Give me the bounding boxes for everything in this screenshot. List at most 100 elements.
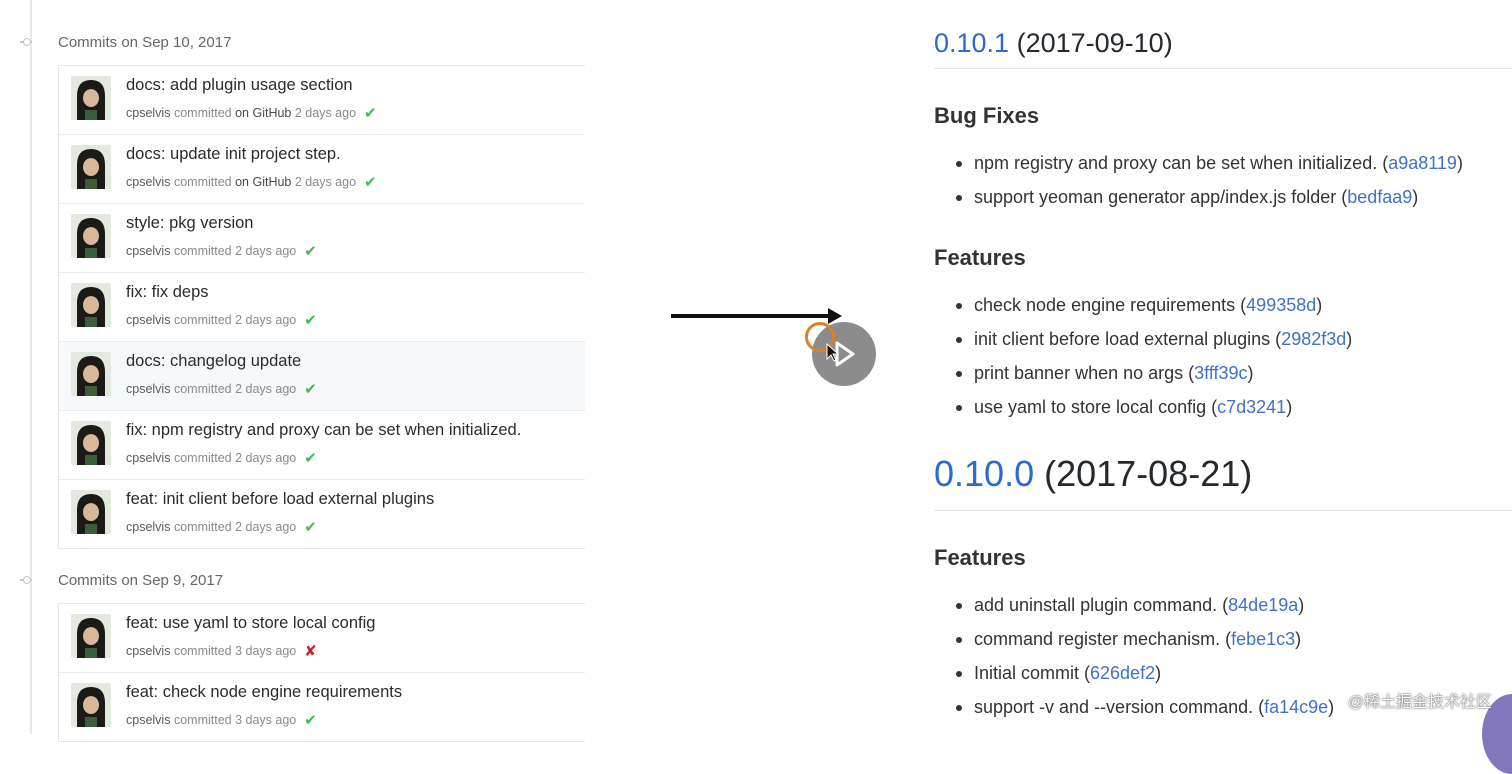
commit-meta: cpselvis committed 2 days ago ✔ xyxy=(126,449,317,467)
changelog-item: init client before load external plugins… xyxy=(956,322,1352,356)
commit-row[interactable]: docs: update init project step. cpselvis … xyxy=(59,135,585,204)
commit-row[interactable]: feat: check node engine requirements cpse… xyxy=(59,673,585,741)
item-tail: ) xyxy=(1316,295,1323,315)
changelog-item: check node engine requirements (499358d) xyxy=(956,288,1352,322)
build-status-icon[interactable]: ✔ xyxy=(364,173,377,191)
commit-time: 2 days ago xyxy=(235,313,297,327)
commit-action: committed xyxy=(173,106,232,120)
commit-time: 2 days ago xyxy=(235,382,297,396)
commit-hash-link[interactable]: 499358d xyxy=(1246,295,1316,315)
item-tail: ) xyxy=(1298,595,1305,615)
item-tail: ) xyxy=(1286,397,1293,417)
commit-row[interactable]: fix: fix deps cpselvis committed 2 days a… xyxy=(59,273,585,342)
avatar[interactable] xyxy=(71,614,111,658)
changelog-list: add uninstall plugin command. (84de19a) … xyxy=(956,588,1334,724)
commit-time: 2 days ago xyxy=(294,106,357,120)
commit-author[interactable]: cpselvis xyxy=(126,244,170,258)
changelog-item: support yeoman generator app/index.js fo… xyxy=(956,180,1463,214)
changelog-item: print banner when no args (3fff39c) xyxy=(956,356,1352,390)
commit-day-label: Commits on Sep 9, 2017 xyxy=(58,571,224,589)
commit-row[interactable]: docs: add plugin usage section cpselvis c… xyxy=(59,66,585,135)
divider xyxy=(934,68,1512,69)
release-date: (2017-08-21) xyxy=(1044,453,1253,494)
changelog-list: npm registry and proxy can be set when i… xyxy=(956,146,1463,214)
commit-hash-link[interactable]: 626def2 xyxy=(1090,663,1155,683)
commit-via: on GitHub xyxy=(235,175,292,189)
commit-hash-link[interactable]: bedfaa9 xyxy=(1347,187,1412,207)
commit-message[interactable]: style: pkg version xyxy=(126,214,253,233)
commit-row[interactable]: feat: init client before load external p… xyxy=(59,480,585,548)
commit-hash-link[interactable]: fa14c9e xyxy=(1264,697,1328,717)
commit-message[interactable]: fix: npm registry and proxy can be set w… xyxy=(126,421,521,440)
commit-message[interactable]: feat: init client before load external p… xyxy=(126,490,434,509)
commit-author[interactable]: cpselvis xyxy=(126,313,170,327)
avatar[interactable] xyxy=(71,145,111,189)
commit-author[interactable]: cpselvis xyxy=(126,520,170,534)
build-status-icon[interactable]: ✔ xyxy=(304,380,317,398)
item-tail: ) xyxy=(1456,153,1463,173)
avatar[interactable] xyxy=(71,490,111,534)
commit-message[interactable]: feat: use yaml to store local config xyxy=(126,614,375,633)
commit-meta: cpselvis committed 3 days ago ✘ xyxy=(126,642,317,660)
commit-meta: cpselvis committed 2 days ago ✔ xyxy=(126,518,317,536)
release-version-link[interactable]: 0.10.1 xyxy=(934,28,1009,58)
commit-author[interactable]: cpselvis xyxy=(126,382,170,396)
commit-meta: cpselvis committed on GitHub 2 days ago ✔ xyxy=(126,173,377,191)
commit-meta: cpselvis committed 2 days ago ✔ xyxy=(126,242,317,260)
commit-row[interactable]: docs: changelog update cpselvis committed… xyxy=(59,342,585,411)
commit-hash-link[interactable]: 3fff39c xyxy=(1194,363,1247,383)
item-text: add uninstall plugin command. ( xyxy=(974,595,1229,615)
commit-icon xyxy=(20,36,32,48)
commit-message[interactable]: docs: changelog update xyxy=(126,352,301,371)
commit-hash-link[interactable]: c7d3241 xyxy=(1217,397,1286,417)
changelog-list: check node engine requirements (499358d)… xyxy=(956,288,1352,424)
item-text: use yaml to store local config ( xyxy=(974,397,1218,417)
item-text: support -v and --version command. ( xyxy=(974,697,1265,717)
changelog-item: use yaml to store local config (c7d3241) xyxy=(956,390,1352,424)
commit-message[interactable]: feat: check node engine requirements xyxy=(126,683,402,702)
build-status-icon[interactable]: ✔ xyxy=(304,242,317,260)
commit-time: 2 days ago xyxy=(294,175,357,189)
build-status-icon[interactable]: ✘ xyxy=(304,642,317,660)
commit-author[interactable]: cpselvis xyxy=(126,713,170,727)
build-status-icon[interactable]: ✔ xyxy=(304,711,317,729)
changelog-panel: 0.10.1 (2017-09-10) Bug Fixes npm regist… xyxy=(934,0,1512,734)
avatar[interactable] xyxy=(71,352,111,396)
changelog-item: command register mechanism. (febe1c3) xyxy=(956,622,1334,656)
commit-author[interactable]: cpselvis xyxy=(126,451,170,465)
commit-hash-link[interactable]: 84de19a xyxy=(1228,595,1298,615)
commit-hash-link[interactable]: 2982f3d xyxy=(1281,329,1346,349)
avatar[interactable] xyxy=(71,421,111,465)
commit-message[interactable]: docs: update init project step. xyxy=(126,145,341,164)
build-status-icon[interactable]: ✔ xyxy=(364,104,377,122)
release-version-link[interactable]: 0.10.0 xyxy=(934,453,1034,494)
commit-action: committed xyxy=(173,520,232,534)
commit-time: 3 days ago xyxy=(235,713,297,727)
build-status-icon[interactable]: ✔ xyxy=(304,449,317,467)
commit-hash-link[interactable]: a9a8119 xyxy=(1388,153,1457,173)
commit-author[interactable]: cpselvis xyxy=(126,644,170,658)
commit-message[interactable]: docs: add plugin usage section xyxy=(126,76,353,95)
avatar[interactable] xyxy=(71,683,111,727)
changelog-item: npm registry and proxy can be set when i… xyxy=(956,146,1463,180)
build-status-icon[interactable]: ✔ xyxy=(304,311,317,329)
commit-action: committed xyxy=(173,382,232,396)
commit-row[interactable]: style: pkg version cpselvis committed 2 d… xyxy=(59,204,585,273)
commit-message[interactable]: fix: fix deps xyxy=(126,283,209,302)
avatar[interactable] xyxy=(71,283,111,327)
commit-time: 2 days ago xyxy=(235,451,297,465)
commit-via: on GitHub xyxy=(235,106,292,120)
commit-author[interactable]: cpselvis xyxy=(126,106,170,120)
section-title: Features xyxy=(934,245,1026,270)
arrow-line xyxy=(671,314,831,318)
avatar[interactable] xyxy=(71,76,111,120)
section-title: Bug Fixes xyxy=(934,103,1040,128)
commit-hash-link[interactable]: febe1c3 xyxy=(1231,629,1295,649)
commit-row[interactable]: feat: use yaml to store local config cpse… xyxy=(59,604,585,673)
commit-row[interactable]: fix: npm registry and proxy can be set w… xyxy=(59,411,585,480)
item-tail: ) xyxy=(1295,629,1302,649)
commit-author[interactable]: cpselvis xyxy=(126,175,170,189)
avatar[interactable] xyxy=(71,214,111,258)
commit-action: committed xyxy=(173,644,232,658)
build-status-icon[interactable]: ✔ xyxy=(304,518,317,536)
